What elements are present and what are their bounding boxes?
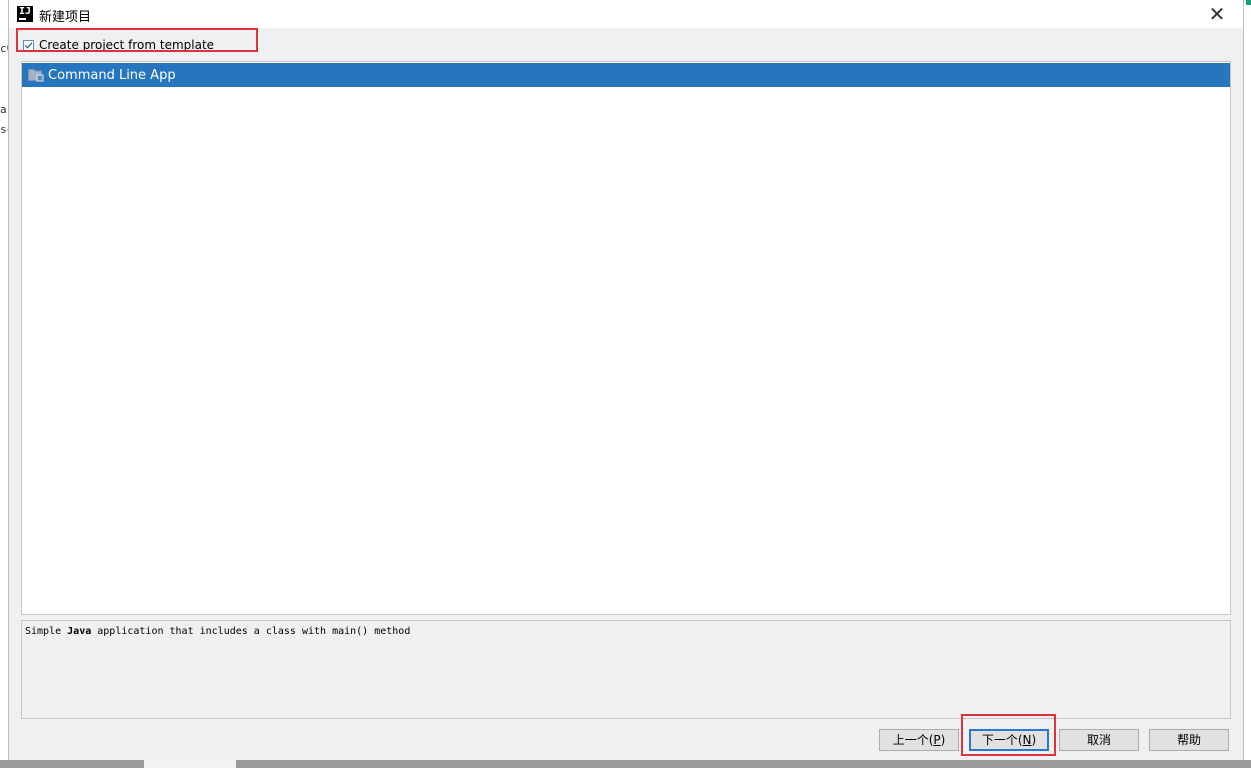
create-from-template-label[interactable]: Create project from template (39, 38, 214, 52)
dialog-titlebar[interactable]: IJ 新建项目 ✕ (9, 0, 1243, 28)
background-text-fragment: a (0, 103, 7, 116)
background-tab (144, 760, 236, 768)
previous-button-label: 上一个( (892, 733, 934, 747)
checkmark-icon (25, 41, 33, 49)
create-from-template-option[interactable]: Create project from template (23, 37, 214, 53)
background-indicator (1246, 0, 1251, 5)
previous-button-mnemonic: P (933, 733, 941, 747)
list-item-label: Command Line App (48, 67, 176, 83)
intellij-app-icon: IJ (17, 6, 33, 22)
previous-button-suffix: ) (940, 733, 946, 747)
background-taskbar (0, 760, 1251, 768)
description-text: Simple (25, 626, 68, 637)
close-icon[interactable]: ✕ (1199, 2, 1235, 26)
next-button-suffix: ) (1031, 733, 1037, 747)
create-from-template-checkbox[interactable] (23, 39, 34, 51)
description-text: application that includes a class with m… (91, 626, 411, 637)
next-button[interactable]: 下一个(N) (969, 729, 1049, 751)
folder-icon (28, 68, 44, 82)
template-list[interactable]: Command Line App (21, 61, 1231, 615)
new-project-dialog: IJ 新建项目 ✕ Create project from template C… (8, 0, 1244, 760)
list-item[interactable]: Command Line App (22, 63, 1230, 87)
template-description: Simple Java application that includes a … (21, 620, 1231, 719)
cancel-button[interactable]: 取消 (1059, 729, 1139, 751)
help-button[interactable]: 帮助 (1149, 729, 1229, 751)
dialog-title: 新建项目 (39, 10, 92, 25)
description-bold-text: Java (67, 626, 92, 637)
previous-button[interactable]: 上一个(P) (879, 729, 959, 751)
next-button-label: 下一个( (981, 733, 1023, 747)
